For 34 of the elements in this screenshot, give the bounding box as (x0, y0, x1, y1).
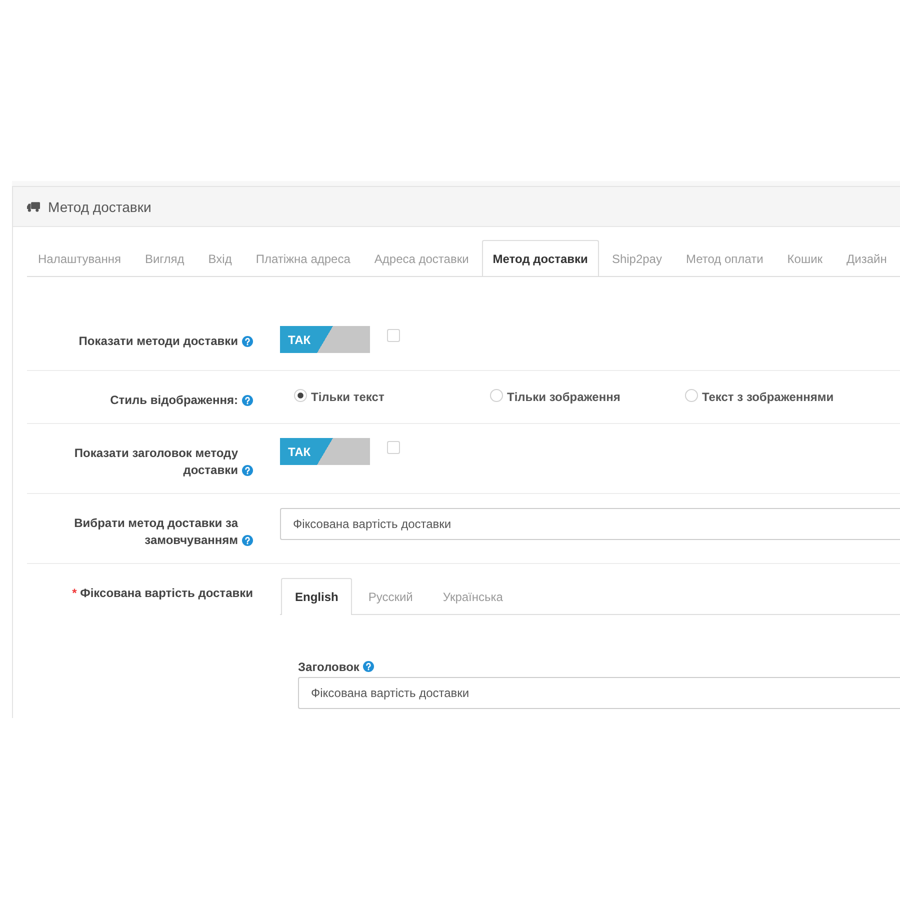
truck-icon (27, 202, 40, 212)
select-field[interactable]: Фіксована вартість доставки (280, 508, 900, 540)
radio-label[interactable]: Тільки зображення (507, 390, 620, 404)
tab[interactable]: Налаштування (27, 240, 132, 276)
radio-button[interactable] (490, 388, 503, 402)
field-label: Показати методи доставки (78, 334, 238, 348)
toggle-switch[interactable]: ТАК (280, 326, 370, 353)
tab[interactable]: Кошик (776, 240, 834, 276)
language-tab[interactable]: English (281, 578, 352, 615)
tab[interactable]: Платіжна адреса (244, 240, 362, 276)
field-label: Показати заголовок методу доставки (74, 446, 238, 477)
tab[interactable]: Вхід (197, 240, 243, 276)
language-tab[interactable]: Русский (354, 578, 427, 615)
tab[interactable]: Метод доставки (482, 240, 599, 276)
tab[interactable]: Ship2pay (600, 240, 673, 276)
tab[interactable]: Адреса доставки (363, 240, 480, 276)
field-label: Вибрати метод доставки за замовчуванням (74, 516, 238, 547)
radio-button[interactable] (685, 388, 698, 402)
required-mark: * (72, 586, 77, 600)
field-label: Заголовок (298, 660, 360, 674)
toggle-switch[interactable]: ТАК (280, 438, 370, 465)
text-input[interactable]: Фіксована вартість доставки (298, 677, 900, 709)
radio-label[interactable]: Текст з зображеннями (702, 390, 834, 404)
panel-title: Метод доставки (48, 198, 152, 214)
field-label: Стиль відображення: (110, 393, 238, 407)
tab[interactable]: Метод оплати (674, 240, 774, 276)
tab[interactable]: Дизайн (836, 240, 898, 276)
checkbox[interactable] (387, 329, 400, 342)
language-tab[interactable]: Українська (428, 578, 517, 615)
radio-button[interactable] (294, 388, 307, 402)
radio-label[interactable]: Тільки текст (311, 390, 384, 404)
checkbox[interactable] (387, 441, 400, 454)
field-label: Фіксована вартість доставки (80, 586, 253, 600)
tab[interactable]: Вигляд (134, 240, 196, 276)
